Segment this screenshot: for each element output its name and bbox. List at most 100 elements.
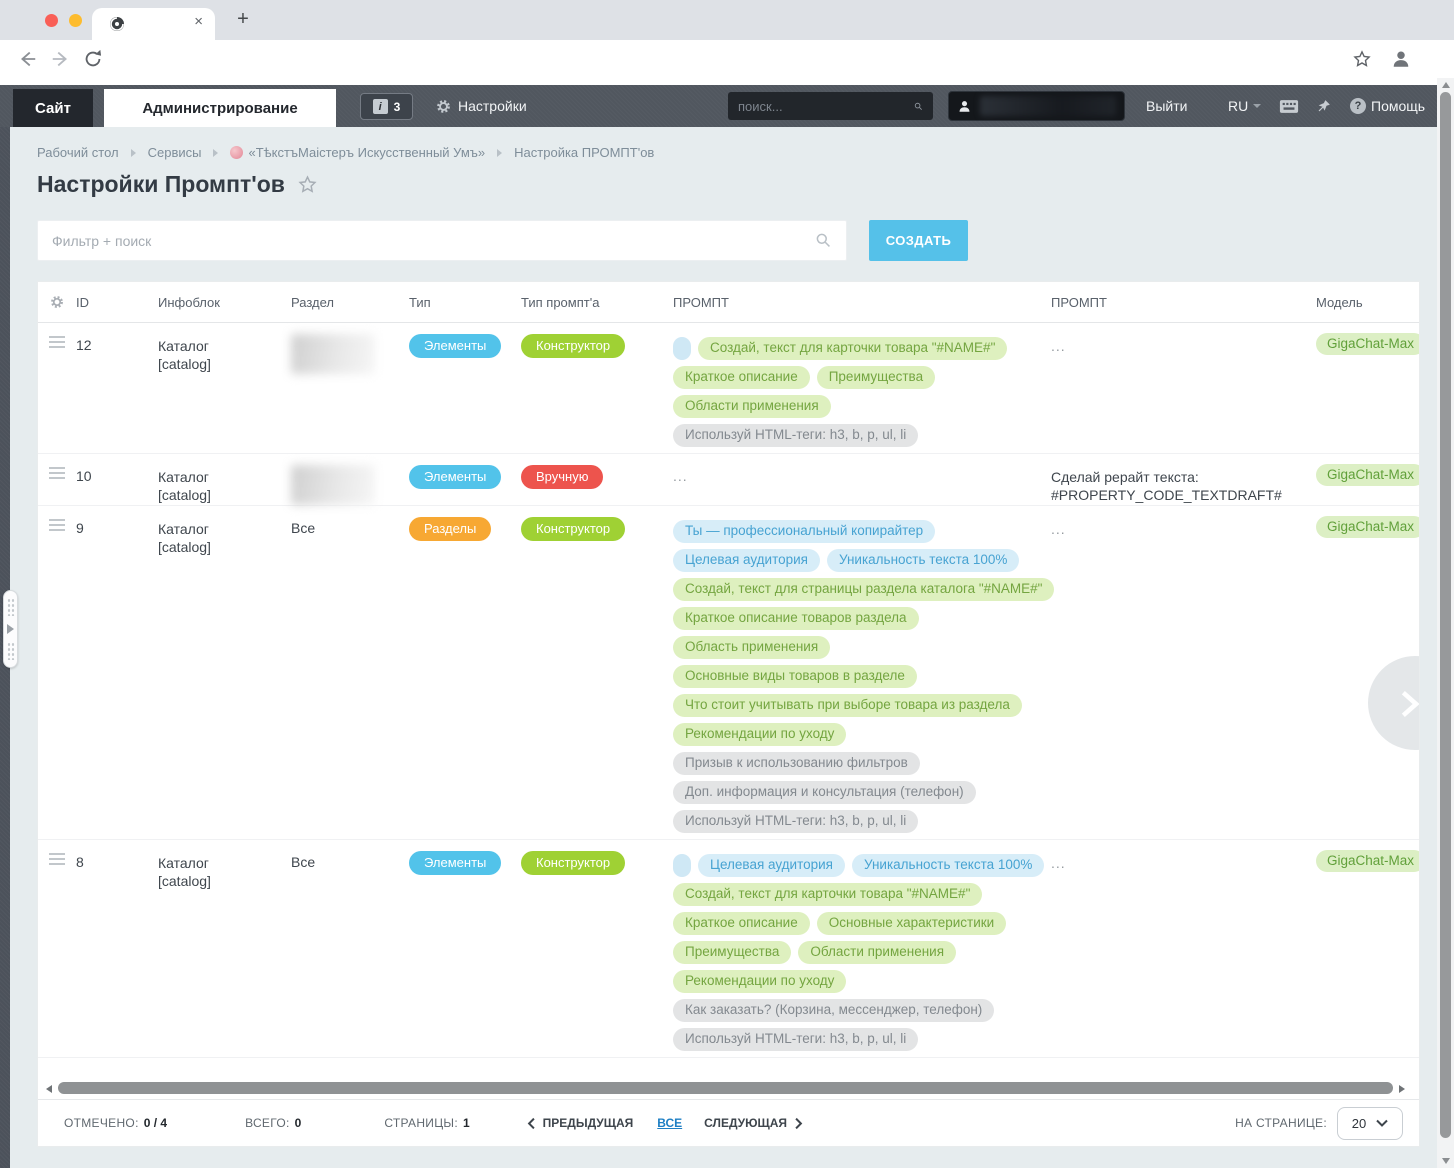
col-infoblock[interactable]: Инфоблок <box>158 295 291 310</box>
prompt-ellipsis: ... <box>673 468 688 484</box>
header-settings-button[interactable]: Настройки <box>436 85 527 127</box>
col-prompt2[interactable]: ПРОМПТ <box>1051 295 1316 310</box>
drag-handle-icon[interactable] <box>49 519 65 521</box>
bookmark-star-icon[interactable] <box>1352 49 1372 74</box>
vertical-scrollbar-thumb[interactable] <box>1440 92 1451 1138</box>
pagination-all-link[interactable]: ВСЕ <box>657 1116 682 1130</box>
prompt-tag: Области применения <box>798 941 956 964</box>
tab-close-icon[interactable]: × <box>194 13 203 30</box>
prompt2-ellipsis: ... <box>1051 338 1066 354</box>
model-badge: GigaChat-Max <box>1316 850 1419 872</box>
notifications-button[interactable]: i 3 <box>360 93 413 120</box>
prompt-type-badge: Конструктор <box>521 851 625 875</box>
header-search-input[interactable] <box>738 99 914 114</box>
module-icon <box>230 146 243 159</box>
browser-tab[interactable]: × <box>92 8 215 40</box>
reload-icon[interactable] <box>82 48 104 75</box>
scroll-left-icon[interactable] <box>46 1085 52 1093</box>
traffic-light-close[interactable] <box>45 14 58 27</box>
tag-line: Доп. информация и консультация (телефон) <box>673 781 1051 804</box>
col-prompt[interactable]: ПРОМПТ <box>673 295 1051 310</box>
type-cell: Элементы <box>409 323 521 453</box>
total-value: 0 <box>295 1116 302 1130</box>
prompts-table: ID Инфоблок Раздел Тип Тип промпт'а ПРОМ… <box>37 281 1420 1147</box>
help-label: Помощь <box>1371 98 1425 114</box>
back-icon[interactable] <box>16 48 38 75</box>
col-type[interactable]: Тип <box>409 295 521 310</box>
col-razdel[interactable]: Раздел <box>291 295 409 310</box>
new-tab-button[interactable]: + <box>230 6 256 32</box>
tag-line: Целевая аудиторияУникальность текста 100… <box>673 549 1051 572</box>
vertical-scrollbar[interactable] <box>1437 78 1454 1168</box>
tag-line: Краткое описание товаров раздела <box>673 607 1051 630</box>
scroll-right-icon[interactable] <box>1399 1085 1405 1093</box>
chevron-right-icon <box>1392 687 1420 721</box>
search-icon <box>914 99 923 114</box>
admin-tab[interactable]: Администрирование <box>104 89 336 127</box>
pagination-prev[interactable]: ПРЕДЫДУЩАЯ <box>526 1116 634 1130</box>
row-id: 9 <box>76 506 158 839</box>
per-page-select[interactable]: 20 <box>1337 1107 1403 1140</box>
settings-label: Настройки <box>458 98 527 114</box>
col-id[interactable]: ID <box>76 295 158 310</box>
prompt-tag: Краткое описание товаров раздела <box>673 607 919 630</box>
language-switcher[interactable]: RU <box>1228 85 1261 127</box>
drag-handle-icon[interactable] <box>49 467 65 469</box>
prompt-tag: Призыв к использованию фильтров <box>673 752 920 775</box>
prompt-type-cell: Вручную <box>521 454 673 505</box>
help-button[interactable]: ? Помощь <box>1350 85 1425 127</box>
favorite-star-icon[interactable] <box>297 174 318 195</box>
prompt2-cell: Сделай рерайт текста: #PROPERTY_CODE_TEX… <box>1051 454 1316 505</box>
profile-avatar-icon[interactable] <box>1390 48 1412 75</box>
menu-expand-handle[interactable] <box>3 590 18 668</box>
browser-favicon <box>109 16 125 37</box>
prompt-tag: Создай, текст для страницы раздела катал… <box>673 578 1054 601</box>
razdel-cell <box>291 454 409 505</box>
info-icon: i <box>373 99 388 114</box>
prompt-cell: Создай, текст для карточки товара "#NAME… <box>673 323 1051 453</box>
breadcrumb-desktop[interactable]: Рабочий стол <box>37 145 119 160</box>
tag-line: Призыв к использованию фильтров <box>673 752 1051 775</box>
prompt-type-badge: Конструктор <box>521 334 625 358</box>
logout-link[interactable]: Выйти <box>1146 85 1187 127</box>
horizontal-scrollbar[interactable] <box>46 1082 1411 1094</box>
filter-search[interactable] <box>37 220 847 261</box>
header-search[interactable] <box>728 92 933 120</box>
prompt-tag: Ты — профессиональный копирайтер <box>673 520 935 543</box>
breadcrumb: Рабочий стол Сервисы «ТѣкстъМаістеръ Иск… <box>37 145 654 160</box>
scroll-up-icon[interactable] <box>1442 82 1450 88</box>
scroll-down-icon[interactable] <box>1442 1158 1450 1164</box>
breadcrumb-services[interactable]: Сервисы <box>148 145 202 160</box>
tag-line: Создай, текст для карточки товара "#NAME… <box>673 337 1051 360</box>
pagination-next[interactable]: СЛЕДУЮЩАЯ <box>704 1116 804 1130</box>
traffic-light-minimize[interactable] <box>69 14 82 27</box>
drag-handle-icon[interactable] <box>49 336 65 338</box>
pin-button[interactable] <box>1316 85 1331 127</box>
browser-navbar <box>0 40 1454 78</box>
table-settings-gear-icon[interactable] <box>38 295 76 309</box>
hotkeys-button[interactable] <box>1279 85 1299 127</box>
prompt-tag: Создай, текст для карточки товара "#NAME… <box>673 883 982 906</box>
row-handle-cell <box>38 506 76 839</box>
tag-line: Создай, текст для карточки товара "#NAME… <box>673 883 1051 906</box>
user-button[interactable] <box>948 91 1125 121</box>
breadcrumb-separator-icon <box>213 149 218 157</box>
forward-icon[interactable] <box>50 48 72 75</box>
horizontal-scrollbar-thumb[interactable] <box>58 1082 1393 1094</box>
user-name-blurred <box>980 96 1116 116</box>
type-badge: Элементы <box>409 851 501 875</box>
tag-line: Что стоит учитывать при выборе товара из… <box>673 694 1051 717</box>
tag-line: Ты — профессиональный копирайтер <box>673 520 1051 543</box>
col-prompt-type[interactable]: Тип промпт'а <box>521 295 673 310</box>
tag-line: Область применения <box>673 636 1051 659</box>
drag-handle-icon[interactable] <box>49 853 65 855</box>
create-button[interactable]: СОЗДАТЬ <box>869 220 968 261</box>
filter-search-input[interactable] <box>52 233 815 249</box>
site-tab[interactable]: Сайт <box>13 89 93 127</box>
razdel-cell <box>291 323 409 453</box>
breadcrumb-module[interactable]: «ТѣкстъМаістеръ Искусственный Умъ» <box>230 145 485 160</box>
prompt-cell: Целевая аудиторияУникальность текста 100… <box>673 840 1051 1057</box>
tag-line: Основные виды товаров в разделе <box>673 665 1051 688</box>
blurred-razdel <box>291 334 375 374</box>
col-model[interactable]: Модель <box>1316 295 1420 310</box>
